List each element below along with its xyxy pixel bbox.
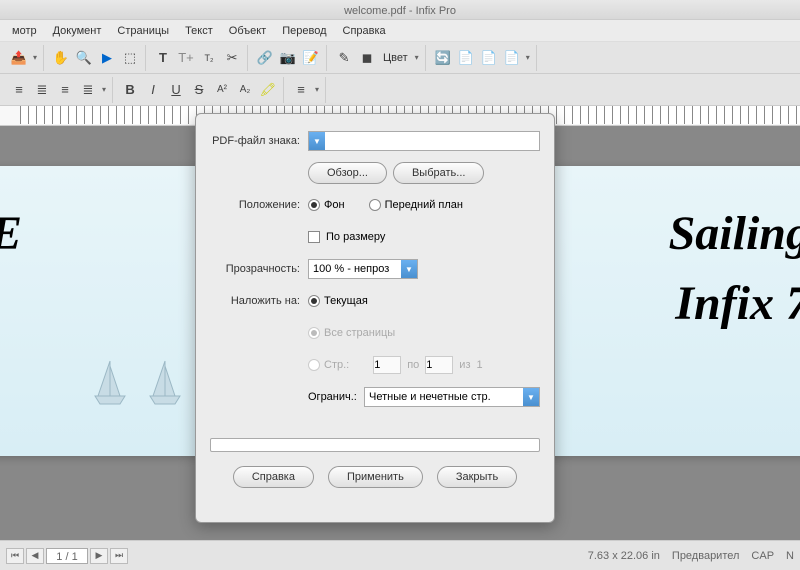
- title-bar: welcome.pdf - Infix Pro: [0, 0, 800, 20]
- dropdown-icon[interactable]: ▾: [313, 85, 321, 94]
- toolbar-main: 📤 ▾ ✋ 🔍 ▶ ⬚ T T+ T₂ ✂ 🔗 📷 📝 ✎ ◼ Цвет ▾ 🔄…: [0, 42, 800, 74]
- preview-label: Предварител: [672, 550, 740, 562]
- watermark-dialog: PDF-файл знака: ▼ Обзор... Выбрать... По…: [195, 113, 555, 523]
- chevron-down-icon[interactable]: ▼: [309, 132, 325, 150]
- browse-button[interactable]: Обзор...: [308, 162, 387, 184]
- num-indicator: N: [786, 550, 794, 562]
- opacity-label: Прозрачность:: [210, 263, 308, 275]
- refresh-icon[interactable]: 🔄: [432, 47, 454, 69]
- menu-object[interactable]: Объект: [221, 25, 274, 37]
- opacity-combo[interactable]: 100 % - непроз ▼: [308, 259, 418, 279]
- select-tool-icon[interactable]: ⬚: [119, 47, 141, 69]
- line-spacing-icon[interactable]: ≡: [290, 79, 312, 101]
- radio-foreground[interactable]: Передний план: [369, 199, 463, 211]
- menu-pages[interactable]: Страницы: [109, 25, 177, 37]
- caps-indicator: CAP: [751, 550, 774, 562]
- italic-icon[interactable]: I: [142, 79, 164, 101]
- highlight-icon[interactable]: 🖍: [257, 79, 279, 101]
- dropdown-icon[interactable]: ▾: [100, 85, 108, 94]
- underline-icon[interactable]: U: [165, 79, 187, 101]
- status-bar: ⏮ ◀ 1 / 1 ▶ ⏭ 7.63 x 22.06 in Предварите…: [0, 540, 800, 570]
- menu-text[interactable]: Текст: [177, 25, 221, 37]
- menu-bar: мотр Документ Страницы Текст Объект Пере…: [0, 20, 800, 42]
- subscript-icon[interactable]: A₂: [234, 79, 256, 101]
- apply-button[interactable]: Применить: [328, 466, 423, 488]
- chevron-down-icon[interactable]: ▼: [401, 260, 417, 278]
- radio-page-range: Стр.:: [308, 359, 349, 371]
- page-to-input: [425, 356, 453, 374]
- pdf-file-label: PDF-файл знака:: [210, 135, 308, 147]
- text-plus-icon[interactable]: T+: [175, 47, 197, 69]
- of-label: из: [459, 359, 470, 371]
- page-delete-icon[interactable]: 📄: [501, 47, 523, 69]
- radio-background[interactable]: Фон: [308, 199, 345, 211]
- text-tool-icon[interactable]: T: [152, 47, 174, 69]
- page-text-left: E: [0, 206, 22, 261]
- to-label: по: [407, 359, 419, 371]
- menu-translate[interactable]: Перевод: [274, 25, 334, 37]
- page-add-icon[interactable]: 📄: [455, 47, 477, 69]
- prev-page-button[interactable]: ◀: [26, 548, 44, 564]
- first-page-button[interactable]: ⏮: [6, 548, 24, 564]
- limit-label: Огранич.:: [308, 391, 358, 403]
- total-pages: 1: [477, 359, 483, 371]
- pdf-file-combo[interactable]: ▼: [308, 131, 540, 151]
- dropdown-icon[interactable]: ▾: [524, 53, 532, 62]
- select-button[interactable]: Выбрать...: [393, 162, 484, 184]
- note-tool-icon[interactable]: 📝: [300, 47, 322, 69]
- apply-to-label: Наложить на:: [210, 295, 308, 307]
- align-right-icon[interactable]: ≡: [54, 79, 76, 101]
- menu-document[interactable]: Документ: [45, 25, 110, 37]
- pointer-tool-icon[interactable]: ▶: [96, 47, 118, 69]
- dropdown-icon[interactable]: ▾: [31, 53, 39, 62]
- color-label: Цвет: [379, 52, 412, 64]
- zoom-tool-icon[interactable]: 🔍: [73, 47, 95, 69]
- radio-current-page[interactable]: Текущая: [308, 295, 368, 307]
- position-label: Положение:: [210, 199, 308, 211]
- progress-bar: [210, 438, 540, 452]
- dimensions-label: 7.63 x 22.06 in: [588, 550, 660, 562]
- next-page-button[interactable]: ▶: [90, 548, 108, 564]
- pen-tool-icon[interactable]: ✎: [333, 47, 355, 69]
- close-button[interactable]: Закрыть: [437, 466, 517, 488]
- page-text-infix: Infix 7: [675, 276, 800, 331]
- fill-color-icon[interactable]: ◼: [356, 47, 378, 69]
- superscript-icon[interactable]: A²: [211, 79, 233, 101]
- hand-tool-icon[interactable]: ✋: [50, 47, 72, 69]
- menu-help[interactable]: Справка: [335, 25, 394, 37]
- align-left-icon[interactable]: ≡: [8, 79, 30, 101]
- crop-tool-icon[interactable]: ✂: [221, 47, 243, 69]
- strikethrough-icon[interactable]: S: [188, 79, 210, 101]
- page-text-sailing: Sailing: [669, 206, 800, 261]
- toolbar-format: ≡ ≣ ≡ ≣ ▾ B I U S A² A₂ 🖍 ≡ ▾: [0, 74, 800, 106]
- page-from-input: [373, 356, 401, 374]
- fit-size-checkbox[interactable]: [308, 231, 320, 243]
- text-link-icon[interactable]: T₂: [198, 47, 220, 69]
- sailboat-image: [90, 356, 130, 406]
- page-remove-icon[interactable]: 📄: [478, 47, 500, 69]
- align-justify-icon[interactable]: ≣: [77, 79, 99, 101]
- limit-combo[interactable]: Четные и нечетные стр. ▼: [364, 387, 540, 407]
- page-indicator[interactable]: 1 / 1: [46, 548, 88, 564]
- align-center-icon[interactable]: ≣: [31, 79, 53, 101]
- last-page-button[interactable]: ⏭: [110, 548, 128, 564]
- menu-view[interactable]: мотр: [4, 25, 45, 37]
- camera-tool-icon[interactable]: 📷: [277, 47, 299, 69]
- fit-size-label: По размеру: [326, 231, 385, 243]
- help-button[interactable]: Справка: [233, 466, 314, 488]
- bold-icon[interactable]: B: [119, 79, 141, 101]
- export-icon[interactable]: 📤: [8, 47, 30, 69]
- radio-all-pages: Все страницы: [308, 327, 395, 339]
- sailboat-image: [145, 356, 185, 406]
- window-title: welcome.pdf - Infix Pro: [344, 5, 456, 17]
- chevron-down-icon[interactable]: ▼: [523, 388, 539, 406]
- dropdown-icon[interactable]: ▾: [413, 53, 421, 62]
- link-tool-icon[interactable]: 🔗: [254, 47, 276, 69]
